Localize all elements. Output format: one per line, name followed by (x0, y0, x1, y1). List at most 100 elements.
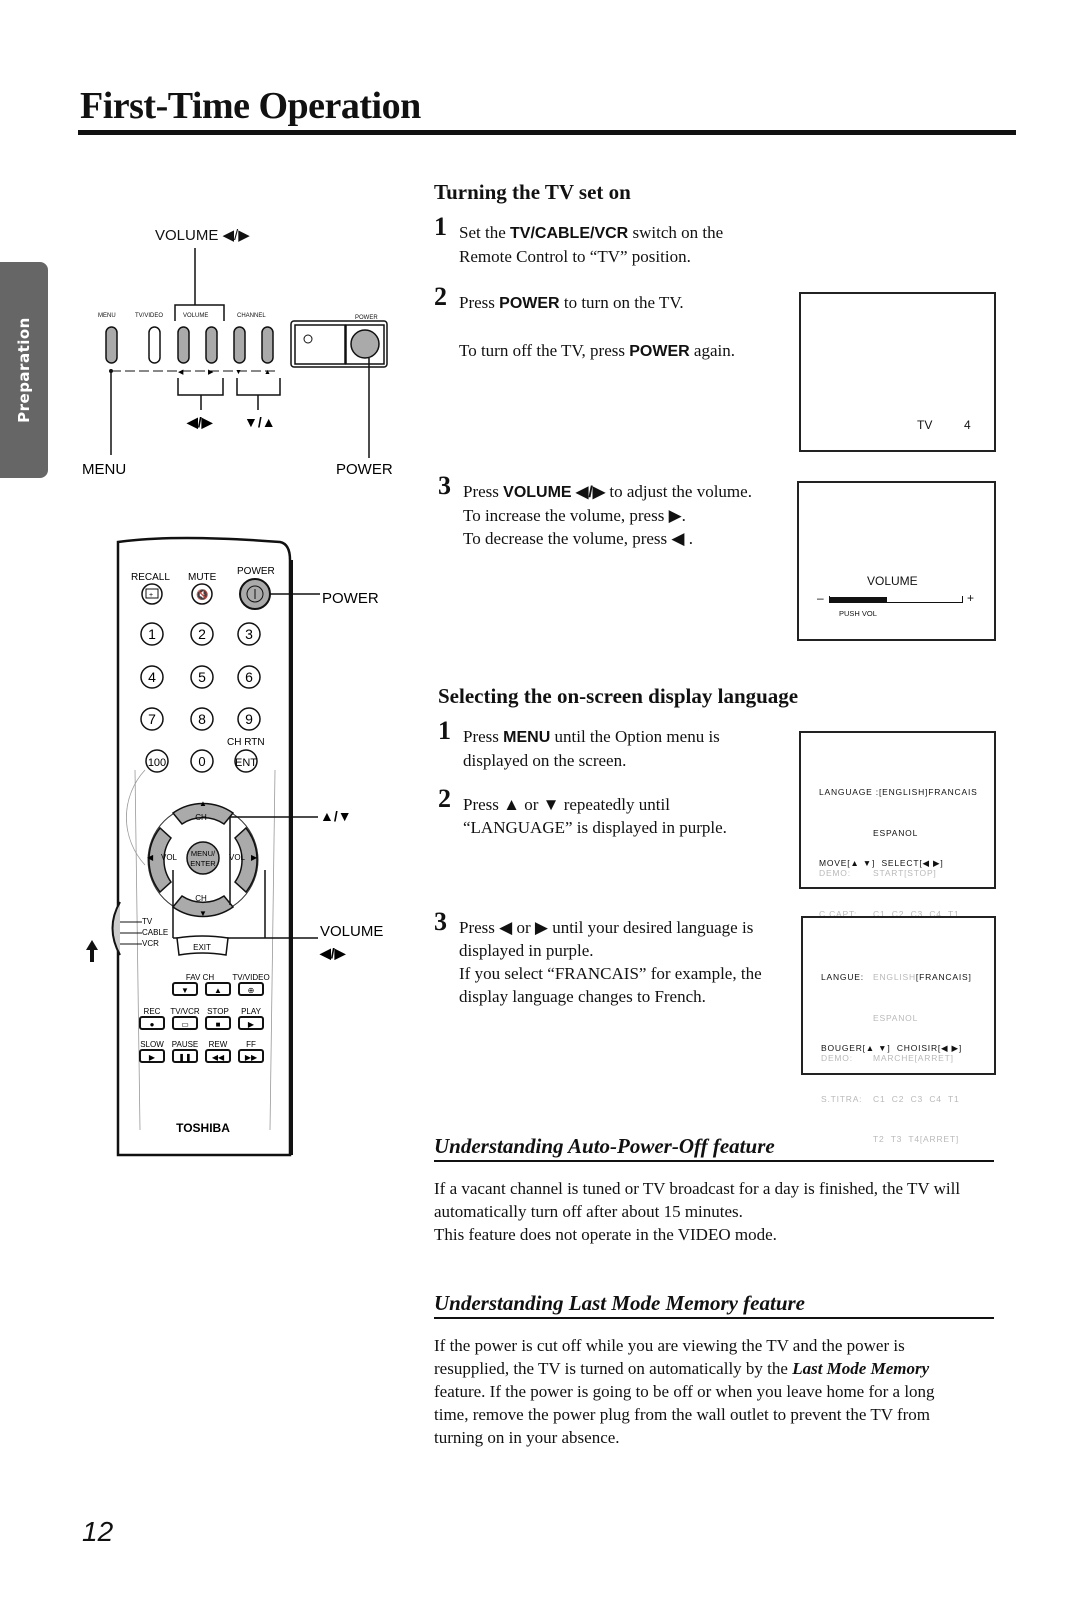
svg-text:EXIT: EXIT (193, 943, 211, 952)
section-rule (434, 1317, 994, 1319)
svg-text:🔇: 🔇 (196, 588, 208, 601)
digit-label: 3 (245, 626, 253, 642)
svg-text:◀: ◀ (178, 369, 184, 376)
volume-bar (829, 596, 963, 603)
panel-ch-down-button (233, 326, 246, 364)
panel-label-tvvideo: TV/VIDEO (135, 313, 163, 319)
panel-vol-down-button (177, 326, 190, 364)
title-rule (78, 130, 1016, 135)
play-icon: ▶ (248, 1020, 255, 1029)
language-step-3: 3 Press ◀ or ▶ until your desired langua… (434, 907, 762, 1007)
rec-icon: ● (150, 1020, 155, 1029)
svg-text:▼: ▼ (199, 909, 207, 918)
svg-text:100: 100 (148, 757, 166, 769)
tv-screen-channel: TV 4 (799, 292, 996, 452)
rec-label: REC (144, 1007, 161, 1016)
power-callout-label: POWER (336, 461, 393, 478)
section-rule (434, 1160, 994, 1162)
remote-power-callout: POWER (322, 590, 379, 607)
osd-menu-english: LANGUAGE :[ENGLISH]FRANCAIS ESPANOL DEMO… (799, 731, 996, 959)
digit-label: 1 (148, 626, 156, 642)
svg-text:VOL: VOL (229, 853, 246, 862)
turning-on-step-1: 1 Set the TV/CABLE/VCR switch on the Rem… (434, 212, 724, 267)
panel-tvvideo-button (148, 326, 161, 364)
vol-arrows-label: ◀/▶ (186, 414, 214, 430)
updown-callout: ▲/▼ (320, 808, 352, 824)
tvvideo-icon: ⊕ (248, 986, 255, 995)
menu-enter-button (186, 841, 220, 875)
volume-osd-label: VOLUME (867, 574, 918, 588)
osd-menu-french: LANGUE: ENGLISH[FRANCAIS] ESPANOL DEMO: MA… (801, 916, 996, 1144)
osd-footer: BOUGER[▲ ▼] CHOISIR[◀ ▶] (821, 1043, 963, 1053)
volume-callout-label: VOLUME ◀/▶ (155, 227, 250, 244)
language-step-2: 2 Press ▲ or ▼ repeatedly until “LANGUAGE… (438, 784, 727, 838)
language-step-1: 1 Press MENU until the Option menu is di… (438, 716, 720, 771)
turning-on-step-3: 3 Press VOLUME ◀/▶ to adjust the volume.… (438, 471, 752, 549)
panel-label-channel: CHANNEL (237, 313, 266, 319)
fav-ch-up-icon: ▲ (214, 986, 222, 995)
slow-icon: ▶ (149, 1053, 156, 1062)
heading-auto-power-off: Understanding Auto-Power-Off feature (434, 1134, 775, 1158)
tvvcr-icon: ▭ (181, 1020, 189, 1029)
digit-label: 9 (245, 711, 253, 727)
tvvcr-label: TV/VCR (170, 1007, 200, 1016)
svg-text:ENTER: ENTER (190, 859, 216, 868)
heading-last-mode: Understanding Last Mode Memory feature (434, 1291, 806, 1315)
screen-channel: 4 (964, 418, 971, 432)
brand-logo: TOSHIBA (176, 1121, 230, 1135)
digit-buttons: 1 2 3 4 5 6 7 8 9 (140, 622, 261, 731)
svg-text:▶: ▶ (208, 369, 214, 376)
panel-label-power: POWER (355, 315, 378, 321)
ch-rtn-label: CH RTN (227, 737, 265, 748)
digit-label: 8 (198, 711, 206, 727)
power-label: POWER (237, 566, 275, 577)
svg-text:0: 0 (198, 754, 205, 769)
remote-control-diagram: RECALL MUTE POWER + 🔇 POWER 1 2 3 4 5 6 7 8 9 CH… (86, 536, 383, 1157)
svg-text:VOL: VOL (161, 853, 178, 862)
page-number: 12 (82, 1516, 114, 1547)
turning-on-step-2: 2 Press POWER to turn on the TV. To turn… (434, 282, 735, 361)
volume-hint: PUSH VOL (839, 609, 877, 618)
fav-ch-label: FAV CH (186, 973, 215, 982)
panel-ch-up-button (261, 326, 274, 364)
slow-label: SLOW (140, 1040, 164, 1049)
front-panel-diagram: VOLUME ◀/▶ MENU TV/VIDEO VOLUME CHANNEL … (82, 227, 393, 478)
rew-label: REW (209, 1040, 228, 1049)
tv-screen-volume: VOLUME – + PUSH VOL (797, 481, 996, 641)
panel-label-volume: VOLUME (183, 313, 208, 319)
stop-label: STOP (207, 1007, 229, 1016)
svg-text:CH: CH (195, 813, 207, 822)
screen-source: TV (917, 418, 933, 432)
volume-callout: VOLUME (320, 923, 383, 940)
digit-label: 7 (148, 711, 156, 727)
digit-label: 5 (198, 669, 206, 685)
panel-menu-button (105, 326, 118, 364)
last-mode-text: If the power is cut off while you are vi… (434, 1336, 935, 1447)
auto-power-off-text: If a vacant channel is tuned or TV broad… (434, 1179, 961, 1244)
ch-arrows-label: ▼/▲ (244, 414, 276, 430)
svg-text:CH: CH (195, 894, 207, 903)
heading-turning-on: Turning the TV set on (434, 180, 631, 204)
svg-text:VCR: VCR (142, 939, 159, 948)
svg-text:+: + (149, 592, 153, 599)
play-label: PLAY (241, 1007, 262, 1016)
pause-icon: ❚❚ (178, 1053, 191, 1062)
menu-callout-label: MENU (82, 461, 126, 478)
side-tab-label: Preparation (15, 317, 33, 423)
stop-icon: ■ (216, 1020, 221, 1029)
svg-text:▼: ▼ (235, 369, 242, 376)
svg-text:▲: ▲ (199, 799, 207, 808)
mute-label: MUTE (188, 572, 217, 583)
svg-text:MENU/: MENU/ (191, 849, 216, 858)
fav-ch-down-icon: ▼ (181, 986, 189, 995)
switch-up-arrow-icon (86, 940, 98, 962)
heading-language: Selecting the on-screen display language (438, 684, 799, 708)
osd-footer: MOVE[▲ ▼] SELECT[◀ ▶] (819, 858, 944, 868)
svg-text:▲: ▲ (264, 369, 271, 376)
panel-label-menu: MENU (98, 313, 116, 319)
volume-bar-fill (830, 597, 887, 602)
svg-text:CABLE: CABLE (142, 928, 168, 937)
svg-text:◀: ◀ (147, 853, 154, 862)
panel-power-button (350, 329, 380, 359)
ff-icon: ▶▶ (245, 1053, 258, 1062)
